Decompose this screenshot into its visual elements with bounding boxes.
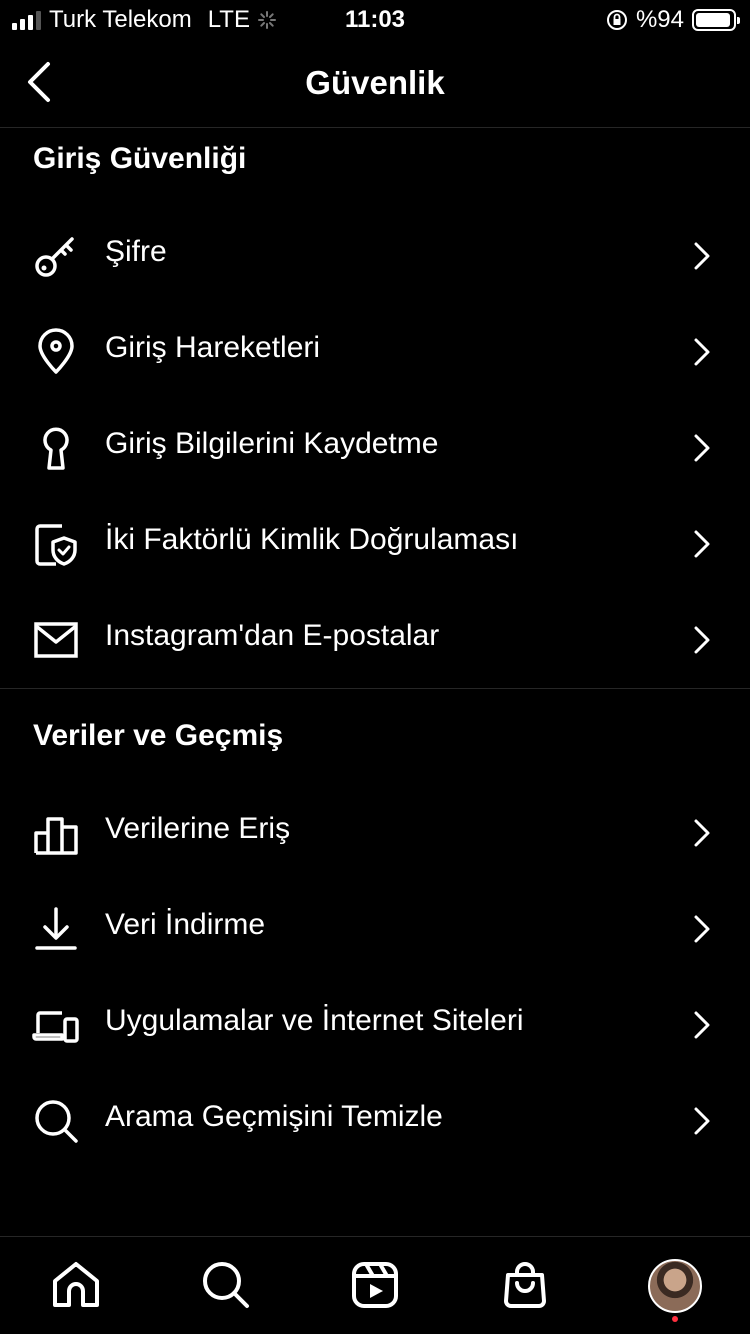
key-icon xyxy=(35,237,74,277)
bar-chart-icon xyxy=(34,817,78,855)
menu-item-clear-search-history[interactable]: Arama Geçmişini Temizle xyxy=(0,1073,750,1169)
section-divider xyxy=(0,688,750,689)
profile-avatar[interactable] xyxy=(648,1259,702,1313)
search-icon xyxy=(35,1100,78,1143)
menu-item-label: Şifre xyxy=(105,235,167,268)
chevron-right-icon xyxy=(694,819,710,847)
devices-icon xyxy=(32,1011,79,1043)
shop-icon[interactable] xyxy=(499,1259,551,1311)
section-title-login-security: Giriş Güvenliği xyxy=(33,142,247,175)
menu-item-label: Arama Geçmişini Temizle xyxy=(105,1100,443,1133)
menu-item-label: İki Faktörlü Kimlik Doğrulaması xyxy=(105,523,519,556)
chevron-right-icon xyxy=(694,434,710,462)
keyhole-icon xyxy=(43,427,69,470)
menu-item-label: Verilerine Eriş xyxy=(105,812,291,845)
download-icon xyxy=(35,907,77,950)
location-pin-icon xyxy=(38,328,74,374)
reels-icon[interactable] xyxy=(349,1259,401,1311)
menu-item-label: Giriş Hareketleri xyxy=(105,331,321,364)
battery-percentage: %94 xyxy=(635,6,684,33)
menu-item-apps-and-websites[interactable]: Uygulamalar ve İnternet Siteleri xyxy=(0,977,750,1073)
status-bar: Turk Telekom LTE 11:03 %94 xyxy=(0,0,750,40)
notification-dot xyxy=(672,1316,678,1322)
menu-item-password[interactable]: Şifre xyxy=(0,208,750,304)
page-title: Güvenlik xyxy=(305,64,445,101)
chevron-right-icon xyxy=(694,1107,710,1135)
menu-item-saved-login-info[interactable]: Giriş Bilgilerini Kaydetme xyxy=(0,400,750,496)
chevron-right-icon xyxy=(694,1011,710,1039)
shield-check-icon xyxy=(35,524,77,566)
menu-item-login-activity[interactable]: Giriş Hareketleri xyxy=(0,304,750,400)
chevron-right-icon xyxy=(694,530,710,558)
chevron-right-icon xyxy=(694,626,710,654)
chevron-right-icon xyxy=(694,338,710,366)
menu-item-label: Instagram'dan E-postalar xyxy=(105,619,440,652)
menu-item-label: Giriş Bilgilerini Kaydetme xyxy=(105,427,439,460)
home-icon[interactable] xyxy=(50,1259,102,1311)
menu-item-emails-from-instagram[interactable]: Instagram'dan E-postalar xyxy=(0,592,750,688)
menu-item-access-data[interactable]: Verilerine Eriş xyxy=(0,785,750,881)
section-title-data-history: Veriler ve Geçmiş xyxy=(33,719,284,752)
chevron-right-icon xyxy=(694,915,710,943)
menu-item-label: Uygulamalar ve İnternet Siteleri xyxy=(105,1004,524,1037)
search-icon[interactable] xyxy=(200,1259,252,1311)
chevron-right-icon xyxy=(694,242,710,270)
menu-item-download-data[interactable]: Veri İndirme xyxy=(0,881,750,977)
orientation-lock-icon xyxy=(606,10,627,30)
navigation-header: Güvenlik xyxy=(0,40,750,128)
battery-icon xyxy=(692,9,740,31)
menu-item-label: Veri İndirme xyxy=(105,908,266,941)
mail-icon xyxy=(34,622,78,658)
bottom-tab-bar xyxy=(0,1236,750,1334)
menu-item-two-factor-auth[interactable]: İki Faktörlü Kimlik Doğrulaması xyxy=(0,496,750,592)
